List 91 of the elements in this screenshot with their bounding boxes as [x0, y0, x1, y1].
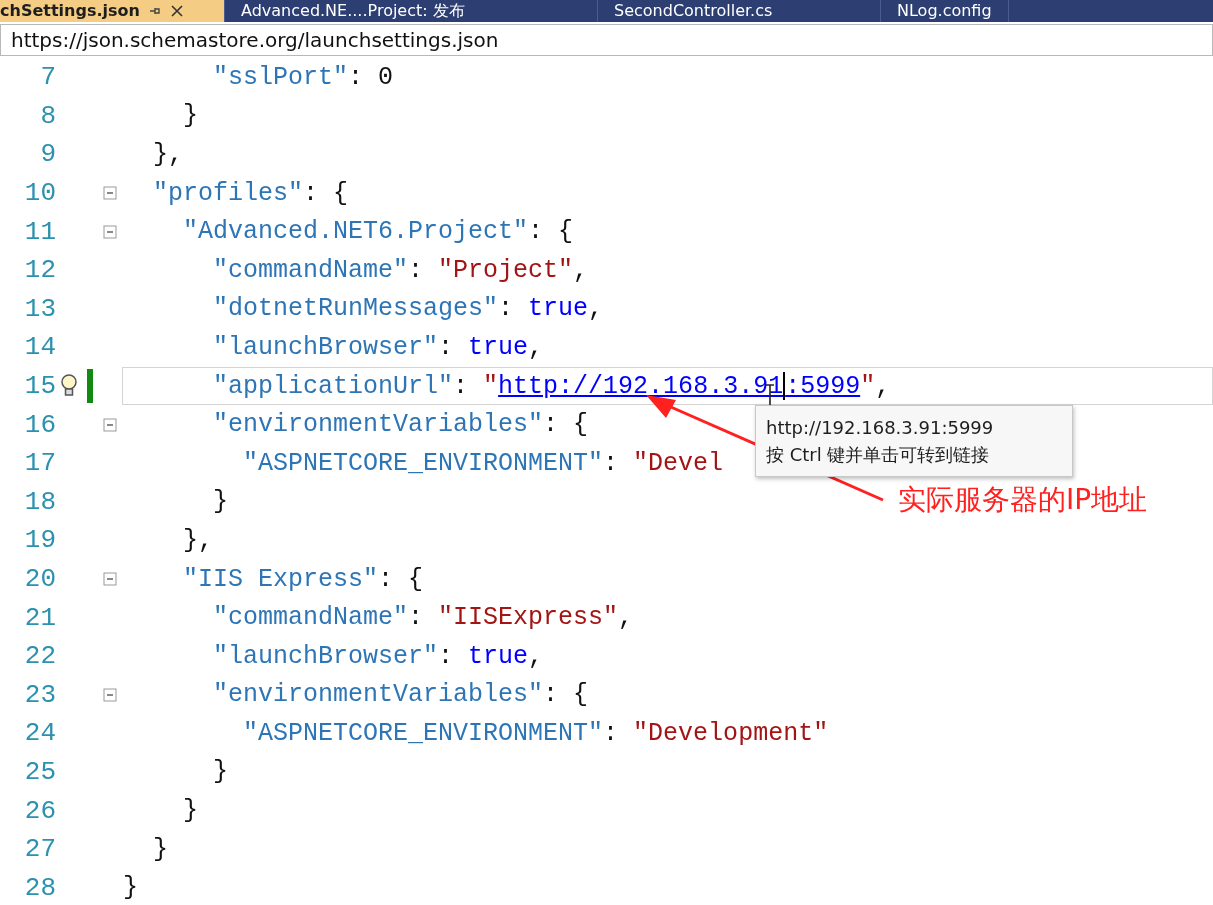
line-number: 26	[23, 795, 56, 826]
editor-tab[interactable]: chSettings.json	[0, 0, 225, 22]
punctuation: : {	[303, 178, 349, 208]
punctuation: },	[183, 525, 214, 555]
line-number: 27	[23, 834, 56, 865]
json-key: "Advanced.NET6.Project"	[183, 217, 529, 247]
json-key: "environmentVariables"	[213, 410, 544, 440]
line-number: 18	[23, 486, 56, 517]
collapse-icon[interactable]	[103, 224, 117, 239]
punctuation: }	[123, 873, 138, 903]
url-link[interactable]: :5999	[785, 371, 861, 401]
boolean-value: true	[468, 641, 529, 671]
close-icon[interactable]	[169, 4, 184, 18]
punctuation: :	[603, 718, 620, 748]
punctuation: }	[153, 834, 169, 864]
boolean-value: true	[468, 332, 529, 362]
line-number: 15	[23, 371, 56, 402]
line-number: 24	[23, 718, 56, 749]
line-number: 12	[23, 255, 56, 286]
punctuation: : {	[543, 680, 589, 710]
line-number: 13	[23, 293, 56, 324]
punctuation: }	[213, 757, 229, 787]
string-value: "	[483, 371, 499, 401]
line-number: 7	[39, 62, 56, 93]
punctuation: :	[453, 371, 470, 401]
punctuation: ,	[528, 641, 544, 671]
tooltip-text: 按 Ctrl 键并单击可转到链接	[766, 443, 991, 467]
tooltip-text: http://192.168.3.91:5999	[766, 416, 995, 440]
line-number: 25	[23, 757, 56, 787]
line-number: 17	[23, 448, 56, 479]
string-value: "Devel	[633, 448, 724, 478]
line-number: 22	[23, 641, 56, 672]
line-number: 11	[23, 216, 56, 247]
punctuation: :	[438, 641, 455, 671]
line-number: 23	[23, 679, 56, 710]
punctuation: :	[408, 603, 425, 633]
line-number: 9	[39, 139, 56, 170]
json-key: "profiles"	[153, 178, 304, 208]
punctuation: :	[498, 294, 515, 324]
line-number: 28	[23, 872, 56, 903]
punctuation: ,	[875, 371, 891, 401]
editor-tab[interactable]: NLog.config	[881, 0, 1009, 22]
annotation-text: 实际服务器的IP地址	[898, 482, 1148, 518]
url-link[interactable]: http://192.168.3.91	[498, 371, 784, 401]
string-value: "Development"	[633, 718, 829, 748]
number-value: 0	[378, 62, 394, 92]
collapse-icon[interactable]	[103, 687, 117, 702]
json-key: "sslPort"	[213, 62, 349, 92]
punctuation: :	[438, 332, 455, 362]
string-value: "Project"	[438, 255, 574, 285]
json-key: "dotnetRunMessages"	[213, 294, 499, 324]
punctuation: ,	[588, 294, 604, 324]
collapse-icon[interactable]	[103, 417, 117, 432]
punctuation: : {	[378, 564, 424, 594]
text-cursor	[783, 372, 786, 401]
punctuation: }	[183, 101, 199, 131]
boolean-value: true	[528, 294, 589, 324]
punctuation: ,	[528, 332, 544, 362]
json-key: "launchBrowser"	[213, 332, 439, 362]
punctuation: :	[603, 448, 620, 478]
json-key: "applicationUrl"	[213, 371, 454, 401]
line-number: 20	[23, 564, 56, 594]
json-key: "ASPNETCORE_ENVIRONMENT"	[243, 718, 604, 748]
json-key: "commandName"	[213, 603, 409, 633]
punctuation: : {	[543, 410, 589, 440]
punctuation: ,	[573, 255, 589, 285]
schema-url-field[interactable]: https://json.schemastore.org/launchsettings.json	[0, 24, 1213, 56]
line-number: 19	[23, 525, 56, 556]
collapse-icon[interactable]	[103, 186, 117, 201]
punctuation: }	[183, 796, 199, 826]
line-number: 16	[23, 409, 56, 440]
line-number: 8	[39, 100, 56, 131]
punctuation: :	[348, 62, 365, 92]
json-key: "launchBrowser"	[213, 641, 439, 671]
editor-tab[interactable]: Advanced.NE....Project: 发布	[225, 0, 598, 22]
collapse-icon[interactable]	[103, 572, 117, 586]
line-number: 14	[23, 332, 56, 363]
json-key: "commandName"	[213, 255, 409, 285]
string-value: "	[860, 371, 876, 401]
string-value: "IISExpress"	[438, 603, 619, 633]
line-number: 21	[23, 602, 56, 633]
json-key: "environmentVariables"	[213, 680, 544, 710]
line-number: 10	[23, 178, 56, 209]
editor-tab[interactable]: SecondController.cs	[598, 0, 881, 22]
punctuation: },	[153, 140, 184, 169]
punctuation: ,	[618, 603, 634, 633]
punctuation: :	[408, 255, 425, 285]
json-key: "ASPNETCORE_ENVIRONMENT"	[243, 448, 604, 478]
punctuation: : {	[528, 217, 574, 247]
punctuation: }	[213, 487, 229, 517]
json-key: "IIS Express"	[183, 564, 379, 594]
